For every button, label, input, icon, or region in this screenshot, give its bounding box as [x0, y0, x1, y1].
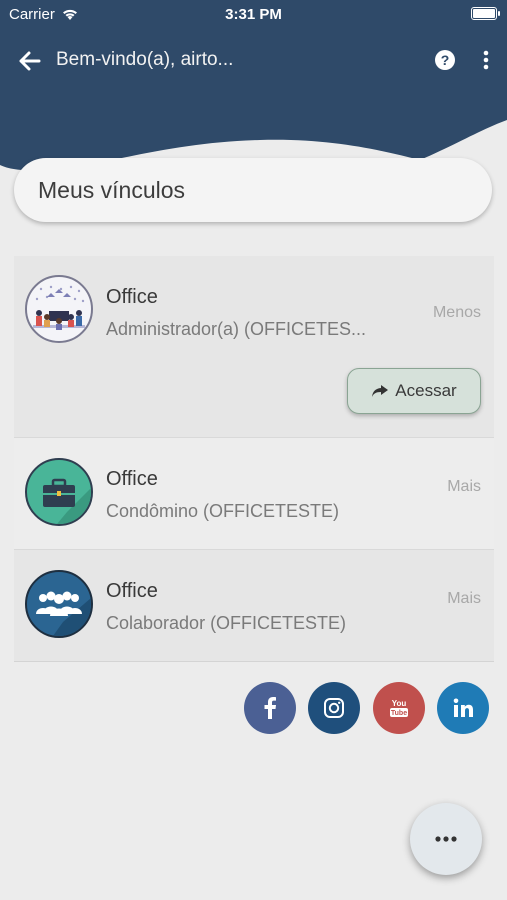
- more-horizontal-icon: [435, 836, 457, 842]
- link-role: Administrador(a) (OFFICETES...: [106, 319, 367, 339]
- status-time: 3:31 PM: [225, 6, 282, 23]
- link-name: Office: [106, 580, 158, 602]
- link-name: Office: [106, 286, 158, 308]
- section-title-box: Meus vínculos: [14, 158, 492, 222]
- svg-text:?: ?: [441, 52, 450, 68]
- help-icon[interactable]: ?: [434, 49, 456, 71]
- access-button-label: Acessar: [395, 381, 457, 400]
- linkedin-icon: [453, 698, 473, 717]
- access-button[interactable]: Acessar: [347, 368, 481, 414]
- svg-text:Tube: Tube: [391, 710, 407, 717]
- svg-text:You: You: [392, 699, 407, 708]
- nav-bar: Bem-vindo(a), airto... ?: [0, 40, 507, 80]
- section-title: Meus vínculos: [38, 176, 186, 203]
- link-name: Office: [106, 468, 158, 490]
- youtube-icon: You Tube: [390, 699, 408, 717]
- share-forward-icon: [372, 385, 389, 397]
- more-toggle[interactable]: Mais: [447, 478, 481, 496]
- linkedin-button[interactable]: [437, 682, 489, 734]
- battery-icon: [471, 7, 500, 20]
- links-list: Office Administrador(a) (OFFICETES... Me…: [14, 256, 494, 662]
- more-toggle[interactable]: Mais: [447, 590, 481, 608]
- briefcase-icon: [25, 458, 93, 526]
- facebook-button[interactable]: [244, 682, 296, 734]
- status-bar: Carrier 3:31 PM: [0, 0, 507, 30]
- facebook-icon: [264, 697, 276, 719]
- list-item[interactable]: Office Condômino (OFFICETESTE) Mais: [14, 438, 494, 550]
- youtube-button[interactable]: You Tube: [373, 682, 425, 734]
- more-options-fab[interactable]: [410, 803, 482, 875]
- back-arrow-icon[interactable]: [18, 50, 42, 72]
- team-illustration-icon: [25, 275, 93, 343]
- people-group-icon: [25, 570, 93, 638]
- list-item[interactable]: Office Administrador(a) (OFFICETES... Me…: [14, 256, 494, 438]
- link-role: Colaborador (OFFICETESTE): [106, 613, 347, 633]
- list-item[interactable]: Office Colaborador (OFFICETESTE) Mais: [14, 550, 494, 662]
- page-title: Bem-vindo(a), airto...: [56, 49, 234, 70]
- instagram-icon: [324, 698, 344, 718]
- less-toggle[interactable]: Menos: [433, 304, 481, 322]
- more-vertical-icon[interactable]: [479, 49, 493, 71]
- link-role: Condômino (OFFICETESTE): [106, 501, 340, 521]
- instagram-button[interactable]: [308, 682, 360, 734]
